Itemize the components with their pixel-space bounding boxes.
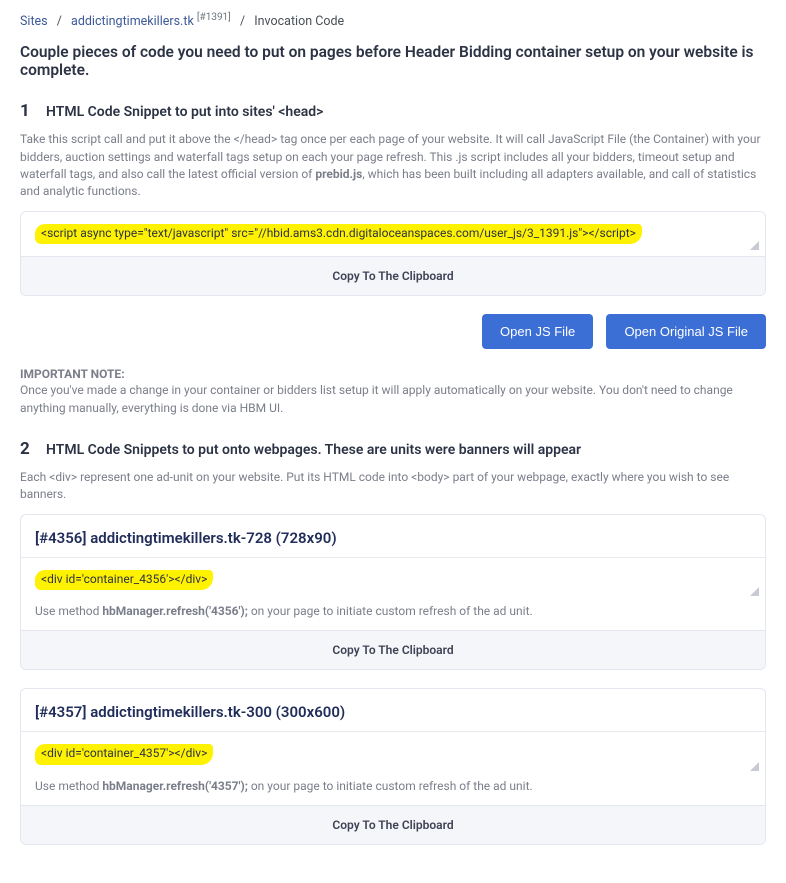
breadcrumb-sep: / bbox=[234, 14, 251, 29]
unit-card: [#4357] addictingtimekillers.tk-300 (300… bbox=[20, 688, 766, 845]
unit-body: <div id='container_4357'></div> bbox=[21, 731, 765, 777]
resize-handle-icon[interactable] bbox=[750, 762, 759, 771]
page-title: Couple pieces of code you need to put on… bbox=[20, 43, 766, 79]
resize-handle-icon[interactable] bbox=[750, 241, 759, 250]
section2-title: HTML Code Snippets to put onto webpages.… bbox=[46, 442, 581, 458]
breadcrumb-sep: / bbox=[51, 14, 68, 29]
open-js-file-button[interactable]: Open JS File bbox=[482, 314, 593, 349]
important-note: IMPORTANT NOTE: Once you've made a chang… bbox=[20, 367, 766, 417]
head-snippet-card: <script async type="text/javascript" src… bbox=[20, 211, 766, 297]
unit-refresh-desc: Use method hbManager.refresh('4357'); on… bbox=[21, 777, 765, 805]
section1-num: 1 bbox=[20, 101, 36, 121]
breadcrumb-site-name: addictingtimekillers.tk bbox=[71, 14, 194, 29]
note-body: Once you've made a change in your contai… bbox=[20, 382, 766, 417]
breadcrumb-sites[interactable]: Sites bbox=[20, 14, 48, 29]
unit-title: [#4357] addictingtimekillers.tk-300 (300… bbox=[21, 689, 765, 731]
open-original-js-file-button[interactable]: Open Original JS File bbox=[606, 314, 766, 349]
breadcrumb-site-link[interactable]: addictingtimekillers.tk [#1391] bbox=[71, 14, 234, 29]
head-snippet-body: <script async type="text/javascript" src… bbox=[21, 212, 765, 257]
js-button-row: Open JS File Open Original JS File bbox=[20, 314, 766, 349]
section2-head: 2 HTML Code Snippets to put onto webpage… bbox=[20, 439, 766, 459]
unit-code[interactable]: <div id='container_4357'></div> bbox=[35, 744, 213, 765]
breadcrumb-current: Invocation Code bbox=[254, 14, 344, 29]
section1-title: HTML Code Snippet to put into sites' <he… bbox=[46, 104, 323, 120]
unit-code[interactable]: <div id='container_4356'></div> bbox=[35, 570, 213, 591]
copy-unit-button[interactable]: Copy To The Clipboard bbox=[21, 805, 765, 844]
unit-title: [#4356] addictingtimekillers.tk-728 (728… bbox=[21, 515, 765, 557]
breadcrumb: Sites / addictingtimekillers.tk [#1391] … bbox=[20, 8, 766, 43]
breadcrumb-site-id: [#1391] bbox=[197, 12, 231, 23]
resize-handle-icon[interactable] bbox=[750, 587, 759, 596]
unit-refresh-desc: Use method hbManager.refresh('4356'); on… bbox=[21, 602, 765, 630]
head-snippet-code[interactable]: <script async type="text/javascript" src… bbox=[35, 224, 642, 245]
section1-desc: Take this script call and put it above t… bbox=[20, 131, 766, 201]
section2-num: 2 bbox=[20, 439, 36, 459]
copy-unit-button[interactable]: Copy To The Clipboard bbox=[21, 630, 765, 669]
section1-head: 1 HTML Code Snippet to put into sites' <… bbox=[20, 101, 766, 121]
unit-body: <div id='container_4356'></div> bbox=[21, 557, 765, 603]
copy-head-snippet-button[interactable]: Copy To The Clipboard bbox=[21, 256, 765, 295]
unit-card: [#4356] addictingtimekillers.tk-728 (728… bbox=[20, 514, 766, 671]
section2-desc: Each <div> represent one ad-unit on your… bbox=[20, 469, 766, 504]
note-head: IMPORTANT NOTE: bbox=[20, 367, 125, 381]
